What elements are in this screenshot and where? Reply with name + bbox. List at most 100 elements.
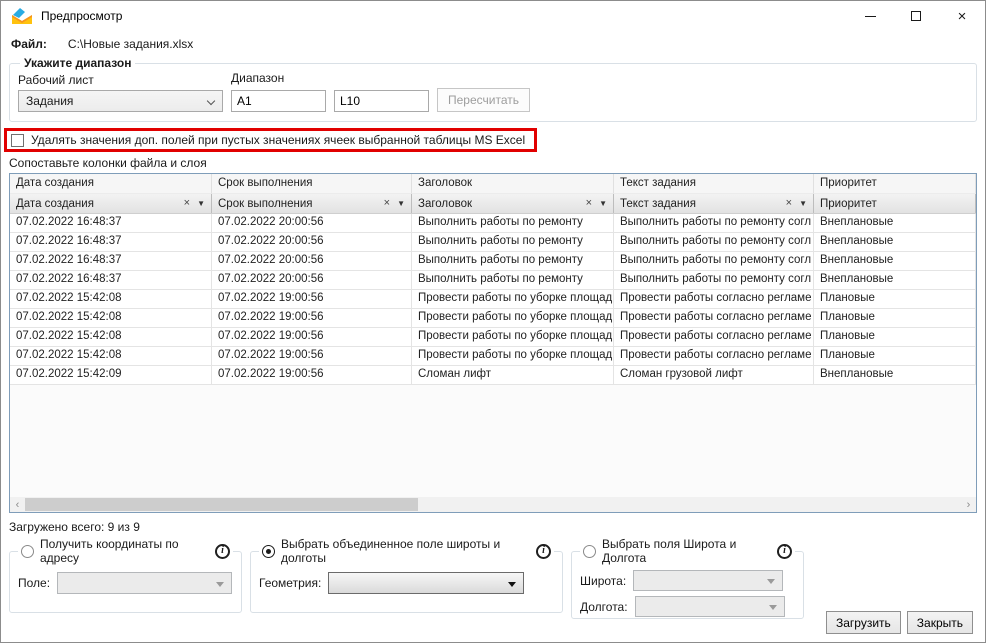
filter-selected-value: Срок выполнения	[218, 198, 379, 210]
delete-values-checkbox[interactable]	[11, 134, 24, 147]
info-icon[interactable]: i	[536, 544, 551, 559]
close-dialog-button[interactable]: Закрыть	[907, 611, 973, 634]
filter-dropdown-icon[interactable]: ▼	[395, 200, 411, 208]
table-cell: Сломан лифт	[412, 366, 614, 384]
table-row[interactable]: 07.02.2022 15:42:0807.02.2022 19:00:56Пр…	[10, 347, 976, 366]
table-cell: Провести работы согласно регламе	[614, 309, 814, 327]
horizontal-scrollbar[interactable]: ‹ ›	[10, 497, 976, 512]
field-select	[57, 572, 232, 594]
column-header: Срок выполнения	[212, 174, 412, 194]
load-button[interactable]: Загрузить	[826, 611, 901, 634]
filter-select[interactable]: Срок выполнения×▼	[212, 194, 412, 213]
table-cell: Провести работы согласно регламе	[614, 290, 814, 308]
table-cell: Выполнить работы по ремонту согл	[614, 233, 814, 251]
table-cell: 07.02.2022 19:00:56	[212, 290, 412, 308]
table-row[interactable]: 07.02.2022 15:42:0807.02.2022 19:00:56Пр…	[10, 309, 976, 328]
filter-clear-icon[interactable]: ×	[584, 198, 594, 209]
table-cell: Выполнить работы по ремонту	[412, 271, 614, 289]
preview-dialog: Предпросмотр × Файл: C:\Новые задания.xl…	[0, 0, 986, 643]
filter-selected-value: Дата создания	[16, 198, 179, 210]
table-row[interactable]: 07.02.2022 15:42:0807.02.2022 19:00:56Пр…	[10, 290, 976, 309]
radio-combined-lat-lon-label[interactable]: Выбрать объединенное поле широты и долго…	[281, 537, 530, 565]
filter-dropdown-icon[interactable]: ▼	[195, 200, 211, 208]
delete-values-label: Удалять значения доп. полей при пустых з…	[31, 133, 525, 147]
filter-clear-icon[interactable]: ×	[784, 198, 794, 209]
longitude-select	[635, 596, 785, 617]
table-cell: Плановые	[814, 309, 976, 327]
table-cell: Внеплановые	[814, 271, 976, 289]
table-cell: 07.02.2022 19:00:56	[212, 328, 412, 346]
table-row[interactable]: 07.02.2022 15:42:0907.02.2022 19:00:56Сл…	[10, 366, 976, 385]
radio-coords-by-address-label[interactable]: Получить координаты по адресу	[40, 537, 209, 565]
minimize-icon	[865, 16, 876, 17]
field-label: Широта:	[580, 574, 626, 588]
filter-select[interactable]: Приоритет	[814, 194, 976, 213]
column-header: Заголовок	[412, 174, 614, 194]
info-icon[interactable]: i	[777, 544, 792, 559]
filter-select[interactable]: Дата создания×▼	[10, 194, 212, 213]
filter-dropdown-icon[interactable]: ▼	[797, 200, 813, 208]
column-header: Дата создания	[10, 174, 212, 194]
info-icon[interactable]: i	[215, 544, 230, 559]
table-cell: 07.02.2022 15:42:08	[10, 328, 212, 346]
table-row[interactable]: 07.02.2022 15:42:0807.02.2022 19:00:56 Пр…	[10, 328, 976, 347]
filter-clear-icon[interactable]: ×	[182, 198, 192, 209]
filter-select[interactable]: Текст задания×▼	[614, 194, 814, 213]
table-cell: Выполнить работы по ремонту согл	[614, 271, 814, 289]
radio-combined-lat-lon[interactable]	[262, 545, 275, 558]
table-row[interactable]: 07.02.2022 16:48:3707.02.2022 20:00:56Вы…	[10, 271, 976, 290]
dropdown-arrow-icon	[216, 582, 224, 587]
preview-table: Дата созданияСрок выполненияЗаголовокТек…	[9, 173, 977, 513]
field-label: Долгота:	[580, 600, 628, 614]
geometry-select[interactable]	[328, 572, 524, 594]
table-cell: 07.02.2022 16:48:37	[10, 252, 212, 270]
radio-coords-by-address[interactable]	[21, 545, 34, 558]
table-cell: 07.02.2022 19:00:56	[212, 347, 412, 365]
filter-select[interactable]: Заголовок×▼	[412, 194, 614, 213]
close-button[interactable]: ×	[939, 1, 985, 31]
field-label: Поле:	[18, 576, 50, 590]
file-label: Файл:	[11, 37, 47, 51]
range-group-title: Укажите диапазон	[20, 56, 135, 70]
table-cell: Внеплановые	[814, 214, 976, 232]
radio-separate-lat-lon[interactable]	[583, 545, 596, 558]
coordinate-options: Получить координаты по адресу i Поле: Вы…	[9, 537, 977, 619]
table-cell: Выполнить работы по ремонту согл	[614, 214, 814, 232]
table-cell: 07.02.2022 19:00:56	[212, 366, 412, 384]
dropdown-arrow-icon	[767, 579, 775, 584]
scroll-left-icon[interactable]: ‹	[10, 497, 25, 512]
range-from-input[interactable]	[231, 90, 326, 112]
table-cell: 07.02.2022 20:00:56	[212, 233, 412, 251]
table-cell: 07.02.2022 20:00:56	[212, 271, 412, 289]
range-groupbox: Укажите диапазон Рабочий лист Задания Ди…	[9, 56, 977, 122]
table-cell: 07.02.2022 15:42:09	[10, 366, 212, 384]
table-cell: Плановые	[814, 328, 976, 346]
column-header: Приоритет	[814, 174, 976, 194]
table-cell: Провести работы по уборке площад	[412, 309, 614, 327]
table-cell: 07.02.2022 16:48:37	[10, 233, 212, 251]
table-cell: 07.02.2022 20:00:56	[212, 252, 412, 270]
table-cell: Выполнить работы по ремонту	[412, 214, 614, 232]
minimize-button[interactable]	[847, 1, 893, 31]
table-cell: 07.02.2022 16:48:37	[10, 271, 212, 289]
scroll-right-icon[interactable]: ›	[961, 497, 976, 512]
worksheet-select[interactable]: Задания	[18, 90, 223, 112]
loaded-status: Загружено всего: 9 из 9	[9, 520, 977, 534]
table-cell: 07.02.2022 15:42:08	[10, 309, 212, 327]
table-row[interactable]: 07.02.2022 16:48:3707.02.2022 20:00:56Вы…	[10, 214, 976, 233]
delete-values-checkbox-row: Удалять значения доп. полей при пустых з…	[4, 128, 537, 152]
maximize-button[interactable]	[893, 1, 939, 31]
range-to-input[interactable]	[334, 90, 429, 112]
group-coords-by-address: Получить координаты по адресу i Поле:	[9, 537, 242, 613]
table-cell: 07.02.2022 16:48:37	[10, 214, 212, 232]
filter-clear-icon[interactable]: ×	[382, 198, 392, 209]
table-cell: Плановые	[814, 347, 976, 365]
table-cell: Провести работы согласно регламе	[614, 328, 814, 346]
radio-separate-lat-lon-label[interactable]: Выбрать поля Широта и Долгота	[602, 537, 771, 565]
latitude-select	[633, 570, 783, 591]
filter-dropdown-icon[interactable]: ▼	[597, 200, 613, 208]
scrollbar-thumb[interactable]	[25, 498, 418, 511]
table-row[interactable]: 07.02.2022 16:48:3707.02.2022 20:00:56Вы…	[10, 252, 976, 271]
filter-selected-value: Заголовок	[418, 198, 581, 210]
table-row[interactable]: 07.02.2022 16:48:3707.02.2022 20:00:56 Вы…	[10, 233, 976, 252]
